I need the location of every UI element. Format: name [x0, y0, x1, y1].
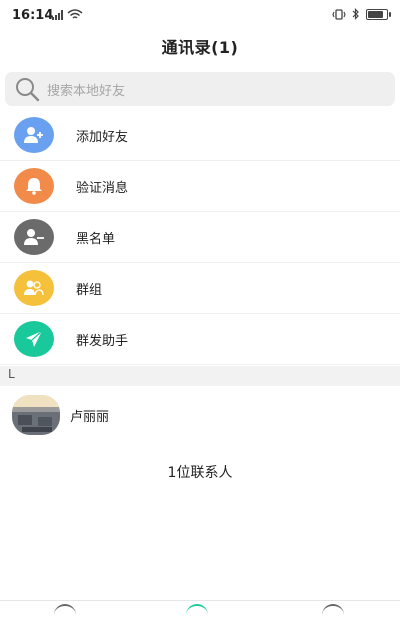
tab-icon-2[interactable]: [186, 604, 208, 618]
battery-icon: [366, 8, 391, 20]
search-bar[interactable]: 搜索本地好友: [5, 72, 395, 106]
wifi-icon: [67, 9, 83, 19]
page-title: 通讯录(1): [161, 38, 239, 57]
send-icon: [14, 321, 54, 357]
bell-icon: [14, 168, 54, 204]
menu-item-add-friend[interactable]: 添加好友: [0, 110, 400, 161]
menu-item-label: 验证消息: [76, 180, 129, 196]
menu-item-verification[interactable]: 验证消息: [0, 161, 400, 212]
menu-item-label: 群发助手: [76, 333, 129, 349]
function-menu: 添加好友 验证消息 黑名单 群组 群发助手: [0, 110, 400, 365]
tab-icon-1[interactable]: [54, 604, 76, 618]
vibrate-icon: [332, 8, 346, 20]
search-placeholder: 搜索本地好友: [47, 83, 126, 99]
blacklist-icon: [14, 219, 54, 255]
menu-item-broadcast[interactable]: 群发助手: [0, 314, 400, 365]
section-letter: L: [8, 367, 15, 381]
add-friend-icon: [14, 117, 54, 153]
status-time: 16:14: [12, 8, 54, 23]
menu-item-label: 黑名单: [76, 231, 116, 247]
group-icon: [14, 270, 54, 306]
bluetooth-icon: [352, 8, 359, 20]
contact-item[interactable]: 卢丽丽: [0, 390, 400, 440]
signal-icon: [52, 9, 63, 20]
status-bar: 16:14: [0, 0, 400, 30]
status-left-icons: [52, 9, 83, 20]
status-right-icons: [332, 8, 391, 20]
menu-item-label: 添加好友: [76, 129, 129, 145]
menu-item-blacklist[interactable]: 黑名单: [0, 212, 400, 263]
contact-name: 卢丽丽: [70, 409, 110, 425]
search-icon: [13, 75, 41, 103]
contact-count: 1位联系人: [167, 465, 233, 481]
title-bar: 通讯录(1): [0, 30, 400, 66]
tab-icon-3[interactable]: [322, 604, 344, 618]
menu-item-label: 群组: [76, 282, 103, 298]
avatar: [12, 395, 60, 435]
section-header: L: [0, 366, 400, 386]
menu-item-groups[interactable]: 群组: [0, 263, 400, 314]
tab-bar-divider: [0, 600, 400, 601]
